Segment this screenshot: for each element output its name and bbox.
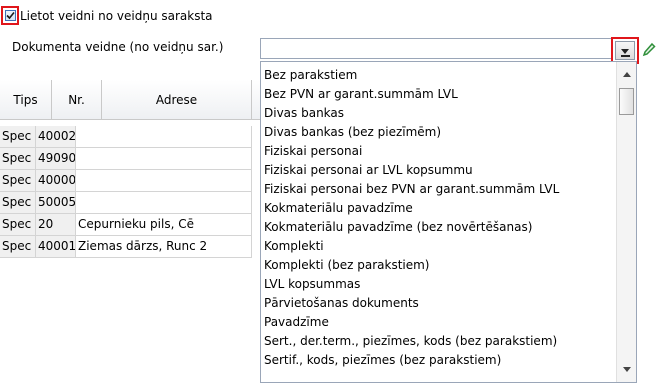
document-form-combobox[interactable] — [260, 38, 612, 59]
list-item[interactable]: Fiziskai personai — [264, 142, 362, 161]
list-item[interactable]: Pārvietošanas dokuments — [264, 294, 419, 313]
dropdown-button[interactable] — [615, 41, 635, 60]
list-item[interactable]: Kokmateriālu pavadzīme — [264, 199, 413, 218]
list-item[interactable]: LVL kopsummas — [264, 275, 360, 294]
chevron-down-icon — [621, 49, 629, 54]
cell-tips: Spec — [0, 214, 36, 236]
scrollbar-thumb[interactable] — [619, 88, 634, 115]
column-header-nr[interactable]: Nr. — [52, 80, 102, 120]
cell-tips: Spec — [0, 170, 36, 192]
list-item[interactable]: Komplekti (bez parakstiem) — [264, 256, 430, 275]
table-row[interactable]: Spec 20 Cepurnieku pils, Cē — [0, 214, 262, 236]
use-forms-checkbox-label[interactable]: Lietot veidni no veidņu saraksta — [20, 9, 213, 23]
cell-adrese — [76, 192, 252, 214]
list-item[interactable]: Komplekti — [264, 237, 324, 256]
pencil-icon[interactable] — [642, 42, 656, 58]
table-row[interactable]: Spec 400011 Ziemas dārzs, Runc 2 — [0, 236, 262, 258]
dropdown-scrollbar[interactable] — [616, 62, 636, 382]
list-item[interactable]: Divas bankas — [264, 104, 344, 123]
column-header-tips[interactable]: Tips — [0, 80, 52, 120]
cell-tips: Spec — [0, 148, 36, 170]
dropdown-button-highlight — [611, 37, 639, 64]
list-item[interactable]: Fiziskai personai bez PVN ar garant.summ… — [264, 180, 559, 199]
cell-nr: 400011 — [36, 236, 76, 258]
table-row[interactable]: Spec 500055 — [0, 192, 262, 214]
cell-nr: 490909 — [36, 148, 76, 170]
cell-adrese — [76, 148, 252, 170]
list-item[interactable]: Sert., der.term., piezīmes, kods (bez pa… — [264, 332, 557, 351]
checkmark-icon — [6, 11, 15, 20]
list-item[interactable]: Pavadzīme — [264, 313, 329, 332]
table-row[interactable]: Spec 400000 — [0, 170, 262, 192]
cell-nr: 20 — [36, 214, 76, 236]
document-form-label: Dokumenta veidne (no veidņu sar.) — [12, 40, 224, 54]
use-forms-checkbox[interactable] — [5, 10, 16, 21]
use-forms-checkbox-highlight — [1, 6, 19, 25]
cell-tips: Spec — [0, 236, 36, 258]
cell-tips: Spec — [0, 126, 36, 148]
list-item[interactable]: Sertif., kods, piezīmes (bez parakstiem) — [264, 351, 501, 370]
list-item[interactable]: Bez PVN ar garant.summām LVL — [264, 85, 458, 104]
list-item[interactable]: Fiziskai personai ar LVL kopsummu — [264, 161, 473, 180]
list-item[interactable]: Bez parakstiem — [264, 66, 357, 85]
records-grid: Tips Nr. Adrese Spec 400020 Spec 490909 … — [0, 80, 262, 270]
cell-tips: Spec — [0, 192, 36, 214]
scroll-up-icon[interactable] — [623, 72, 631, 77]
cell-adrese: Ziemas dārzs, Runc 2 — [76, 236, 252, 258]
table-row[interactable]: Spec 400020 — [0, 126, 262, 148]
cell-adrese — [76, 170, 252, 192]
cell-nr: 400020 — [36, 126, 76, 148]
column-header-adrese[interactable]: Adrese — [102, 80, 252, 120]
cell-nr: 500055 — [36, 192, 76, 214]
list-item[interactable]: Kokmateriālu pavadzīme (bez novērtēšanas… — [264, 218, 532, 237]
document-form-dropdown-list: Bez parakstiem Bez PVN ar garant.summām … — [260, 61, 637, 383]
scroll-down-icon[interactable] — [623, 367, 631, 372]
cell-adrese — [76, 126, 252, 148]
cell-nr: 400000 — [36, 170, 76, 192]
cell-adrese: Cepurnieku pils, Cē — [76, 214, 252, 236]
table-row[interactable]: Spec 490909 — [0, 148, 262, 170]
list-item[interactable]: Divas bankas (bez piezīmēm) — [264, 123, 441, 142]
